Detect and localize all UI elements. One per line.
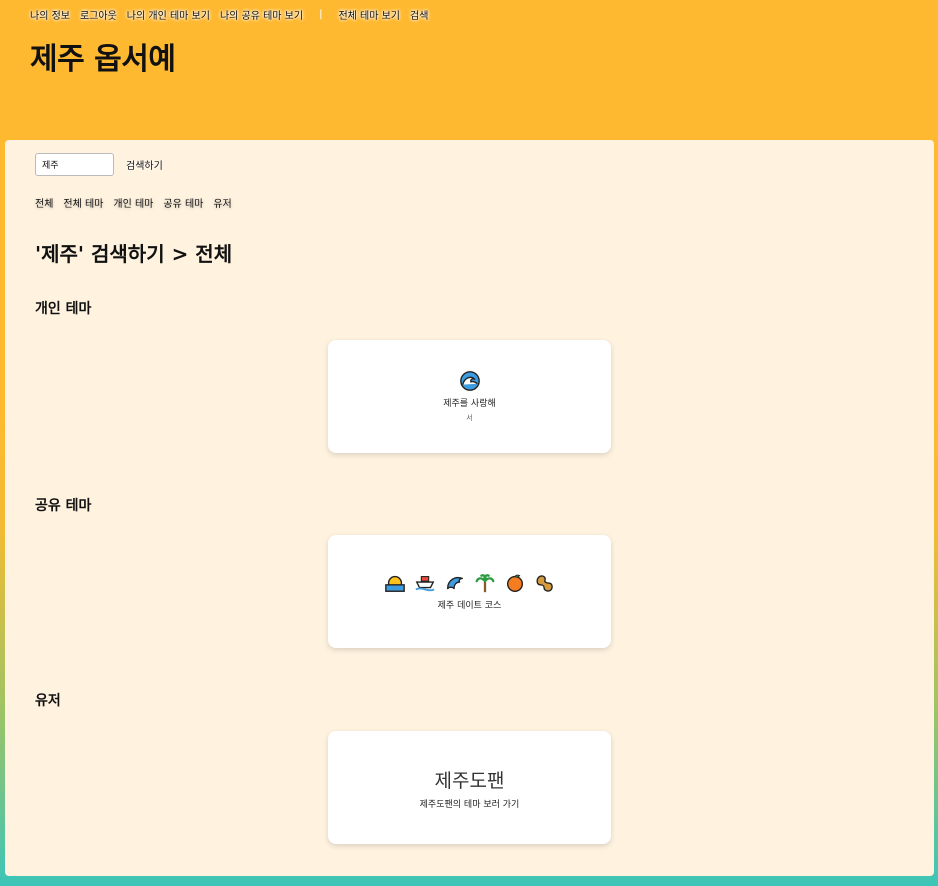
wave-icon — [459, 371, 480, 391]
nav-my-info-link[interactable]: 나의 정보 — [30, 7, 70, 22]
user-card[interactable]: 제주도팬 제주도팬의 테마 보러 가기 — [328, 731, 611, 844]
filter-tab-all[interactable]: 전체 — [35, 195, 53, 210]
search-input[interactable] — [35, 153, 114, 176]
filter-tab-users[interactable]: 유저 — [213, 195, 231, 210]
filter-tabs: 전체 전체 테마 개인 테마 공유 테마 유저 — [35, 195, 232, 210]
section-title-users: 유저 — [35, 693, 61, 709]
card-icons — [459, 370, 481, 392]
peanut-icon — [536, 575, 553, 592]
filter-tab-shared-themes[interactable]: 공유 테마 — [163, 195, 203, 210]
card-title: 제주를 사랑해 — [443, 399, 496, 409]
main-panel: 검색하기 전체 전체 테마 개인 테마 공유 테마 유저 '제주' 검색하기 >… — [5, 140, 934, 876]
result-heading: '제주' 검색하기 > 전체 — [35, 242, 233, 266]
tangerine-icon — [506, 574, 523, 592]
ship-icon — [414, 576, 435, 592]
search-button[interactable]: 검색하기 — [126, 157, 163, 172]
nav-separator: | — [319, 9, 323, 20]
search-bar: 검색하기 — [35, 153, 163, 176]
section-title-shared: 공유 테마 — [35, 498, 92, 514]
user-themes-link[interactable]: 제주도팬의 테마 보러 가기 — [420, 797, 520, 810]
nav-my-shared-themes-link[interactable]: 나의 공유 테마 보기 — [220, 7, 303, 22]
filter-tab-all-themes[interactable]: 전체 테마 — [63, 195, 103, 210]
nav-search-link[interactable]: 검색 — [410, 7, 428, 22]
card-icons — [384, 572, 556, 594]
card-title: 제주 데이트 코스 — [437, 601, 502, 611]
card-owner: 서 — [466, 414, 473, 422]
nav-all-themes-link[interactable]: 전체 테마 보기 — [338, 7, 400, 22]
nav-logout-link[interactable]: 로그아웃 — [80, 7, 117, 22]
palm-tree-icon — [475, 574, 494, 593]
shared-theme-card[interactable]: 제주 데이트 코스 — [328, 535, 611, 648]
site-title[interactable]: 제주 옵서예 — [30, 34, 176, 78]
filter-tab-personal-themes[interactable]: 개인 테마 — [113, 195, 153, 210]
nav-my-personal-themes-link[interactable]: 나의 개인 테마 보기 — [127, 7, 210, 22]
section-title-personal: 개인 테마 — [35, 301, 92, 317]
top-navigation: 나의 정보 로그아웃 나의 개인 테마 보기 나의 공유 테마 보기 | 전체 … — [30, 7, 428, 22]
personal-theme-card[interactable]: 제주를 사랑해 서 — [328, 340, 611, 453]
user-name: 제주도팬 — [434, 769, 505, 792]
sunrise-icon — [384, 575, 405, 592]
dolphin-icon — [446, 576, 463, 590]
